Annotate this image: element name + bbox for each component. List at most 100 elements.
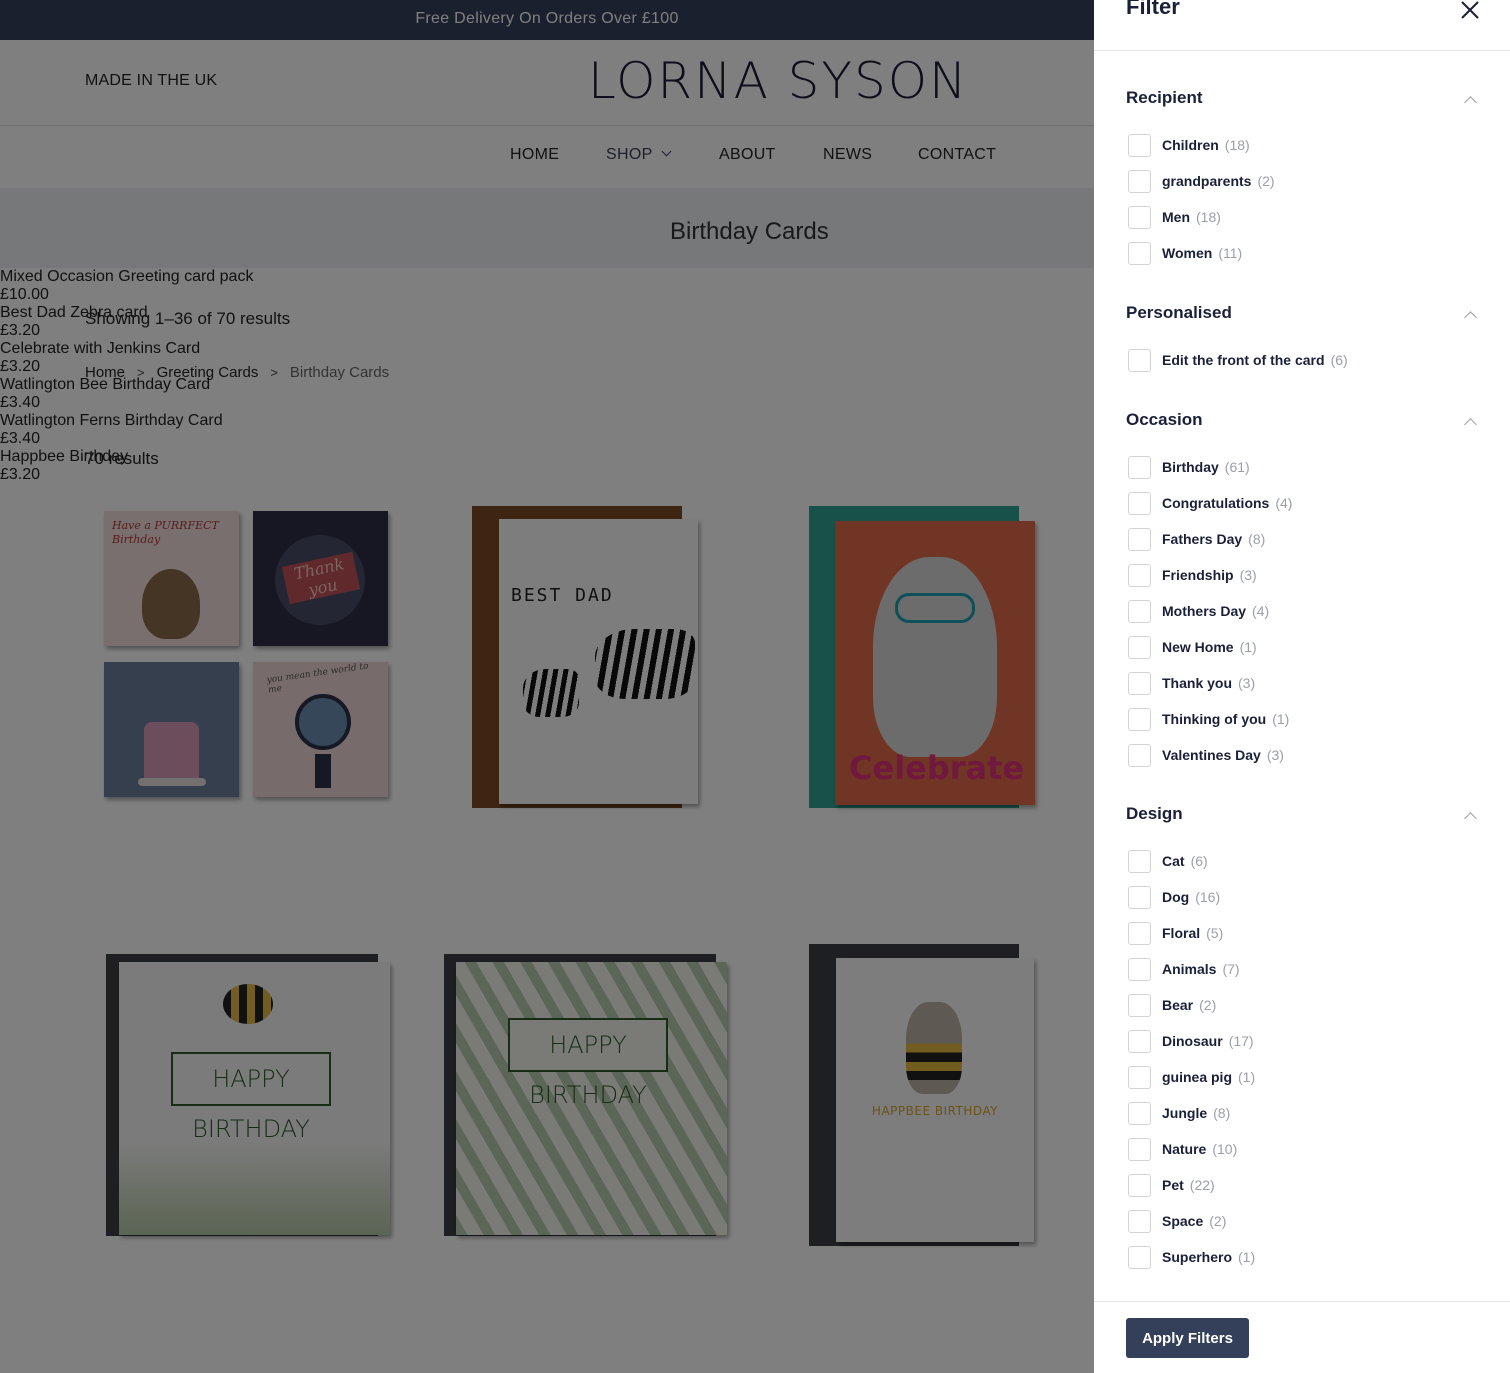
filter-option-label: grandparents (1162, 173, 1252, 189)
filter-option[interactable]: Dog (16) (1128, 885, 1220, 909)
filter-checkbox[interactable] (1128, 1101, 1151, 1125)
divider (1094, 1301, 1510, 1302)
apply-filters-button[interactable]: Apply Filters (1126, 1318, 1249, 1358)
chevron-up-icon[interactable] (1464, 311, 1477, 324)
filter-checkbox[interactable] (1128, 205, 1151, 229)
filter-checkbox[interactable] (1128, 957, 1151, 981)
filter-option-count: (3) (1266, 747, 1284, 763)
filter-checkbox[interactable] (1128, 1209, 1151, 1233)
filter-checkbox[interactable] (1128, 599, 1151, 623)
filter-option[interactable]: Bear (2) (1128, 993, 1216, 1017)
filter-checkbox[interactable] (1128, 849, 1151, 873)
filter-option-label: Animals (1162, 961, 1217, 977)
filter-option-count: (61) (1224, 459, 1250, 475)
filter-option[interactable]: Edit the front of the card (6) (1128, 348, 1348, 372)
filter-checkbox[interactable] (1128, 491, 1151, 515)
filter-option[interactable]: Nature (10) (1128, 1137, 1237, 1161)
filter-checkbox[interactable] (1128, 1065, 1151, 1089)
filter-option-count: (6) (1330, 352, 1348, 368)
filter-section-title[interactable]: Occasion (1126, 410, 1203, 430)
chevron-up-icon[interactable] (1464, 418, 1477, 431)
filter-option[interactable]: Children (18) (1128, 133, 1250, 157)
filter-option-count: (2) (1209, 1213, 1227, 1229)
filter-option-count: (4) (1252, 603, 1270, 619)
filter-option[interactable]: New Home (1) (1128, 635, 1257, 659)
filter-option[interactable]: Animals (7) (1128, 957, 1240, 981)
filter-option-count: (8) (1248, 531, 1266, 547)
filter-option-label: Children (1162, 137, 1219, 153)
filter-option[interactable]: Thank you (3) (1128, 671, 1255, 695)
filter-option[interactable]: Dinosaur (17) (1128, 1029, 1254, 1053)
chevron-up-icon[interactable] (1464, 812, 1477, 825)
filter-option[interactable]: Space (2) (1128, 1209, 1226, 1233)
filter-option-count: (2) (1199, 997, 1217, 1013)
filter-option-label: Bear (1162, 997, 1194, 1013)
filter-option[interactable]: guinea pig (1) (1128, 1065, 1255, 1089)
filter-checkbox[interactable] (1128, 348, 1151, 372)
filter-option-count: (18) (1224, 137, 1250, 153)
filter-checkbox[interactable] (1128, 921, 1151, 945)
filter-option-label: Men (1162, 209, 1190, 225)
filter-option-count: (3) (1239, 567, 1257, 583)
filter-option-label: Dog (1162, 889, 1190, 905)
filter-option-label: Congratulations (1162, 495, 1270, 511)
filter-option-label: Edit the front of the card (1162, 352, 1325, 368)
filter-checkbox[interactable] (1128, 1173, 1151, 1197)
filter-option-label: Thinking of you (1162, 711, 1267, 727)
filter-section-title[interactable]: Recipient (1126, 88, 1203, 108)
filter-checkbox[interactable] (1128, 1245, 1151, 1269)
filter-checkbox[interactable] (1128, 1029, 1151, 1053)
filter-checkbox[interactable] (1128, 563, 1151, 587)
filter-option-label: Mothers Day (1162, 603, 1247, 619)
filter-option-count: (17) (1228, 1033, 1254, 1049)
filter-option[interactable]: grandparents (2) (1128, 169, 1275, 193)
filter-option-count: (6) (1190, 853, 1208, 869)
filter-option[interactable]: Floral (5) (1128, 921, 1223, 945)
filter-option-label: Floral (1162, 925, 1201, 941)
filter-option-label: Birthday (1162, 459, 1219, 475)
filter-option-count: (4) (1275, 495, 1293, 511)
close-icon[interactable] (1460, 0, 1480, 20)
filter-option-label: Jungle (1162, 1105, 1208, 1121)
filter-option[interactable]: Pet (22) (1128, 1173, 1215, 1197)
filter-checkbox[interactable] (1128, 1137, 1151, 1161)
filter-checkbox[interactable] (1128, 169, 1151, 193)
filter-option[interactable]: Cat (6) (1128, 849, 1208, 873)
filter-option-label: Space (1162, 1213, 1204, 1229)
filter-checkbox[interactable] (1128, 743, 1151, 767)
filter-checkbox[interactable] (1128, 993, 1151, 1017)
filter-checkbox[interactable] (1128, 885, 1151, 909)
filter-checkbox[interactable] (1128, 707, 1151, 731)
filter-option[interactable]: Superhero (1) (1128, 1245, 1255, 1269)
filter-checkbox[interactable] (1128, 527, 1151, 551)
filter-section-title[interactable]: Design (1126, 804, 1183, 824)
filter-option-count: (7) (1222, 961, 1240, 977)
filter-option[interactable]: Valentines Day (3) (1128, 743, 1284, 767)
filter-checkbox[interactable] (1128, 241, 1151, 265)
filter-option[interactable]: Friendship (3) (1128, 563, 1257, 587)
filter-section-title[interactable]: Personalised (1126, 303, 1232, 323)
filter-option-label: Valentines Day (1162, 747, 1261, 763)
filter-option[interactable]: Thinking of you (1) (1128, 707, 1289, 731)
filter-option[interactable]: Birthday (61) (1128, 455, 1250, 479)
filter-checkbox[interactable] (1128, 133, 1151, 157)
filter-option-count: (5) (1206, 925, 1224, 941)
filter-checkbox[interactable] (1128, 635, 1151, 659)
filter-option[interactable]: Women (11) (1128, 241, 1242, 265)
chevron-up-icon[interactable] (1464, 96, 1477, 109)
filter-option-label: guinea pig (1162, 1069, 1232, 1085)
filter-title: Filter (1126, 0, 1180, 19)
filter-option-count: (1) (1238, 1069, 1256, 1085)
filter-option[interactable]: Jungle (8) (1128, 1101, 1230, 1125)
filter-option-count: (1) (1239, 639, 1257, 655)
filter-option[interactable]: Men (18) (1128, 205, 1221, 229)
filter-checkbox[interactable] (1128, 671, 1151, 695)
divider (1094, 50, 1510, 51)
filter-option[interactable]: Mothers Day (4) (1128, 599, 1269, 623)
filter-option-count: (16) (1195, 889, 1221, 905)
filter-option-count: (2) (1257, 173, 1275, 189)
modal-backdrop[interactable] (0, 0, 1094, 1373)
filter-option[interactable]: Fathers Day (8) (1128, 527, 1265, 551)
filter-checkbox[interactable] (1128, 455, 1151, 479)
filter-option[interactable]: Congratulations (4) (1128, 491, 1292, 515)
